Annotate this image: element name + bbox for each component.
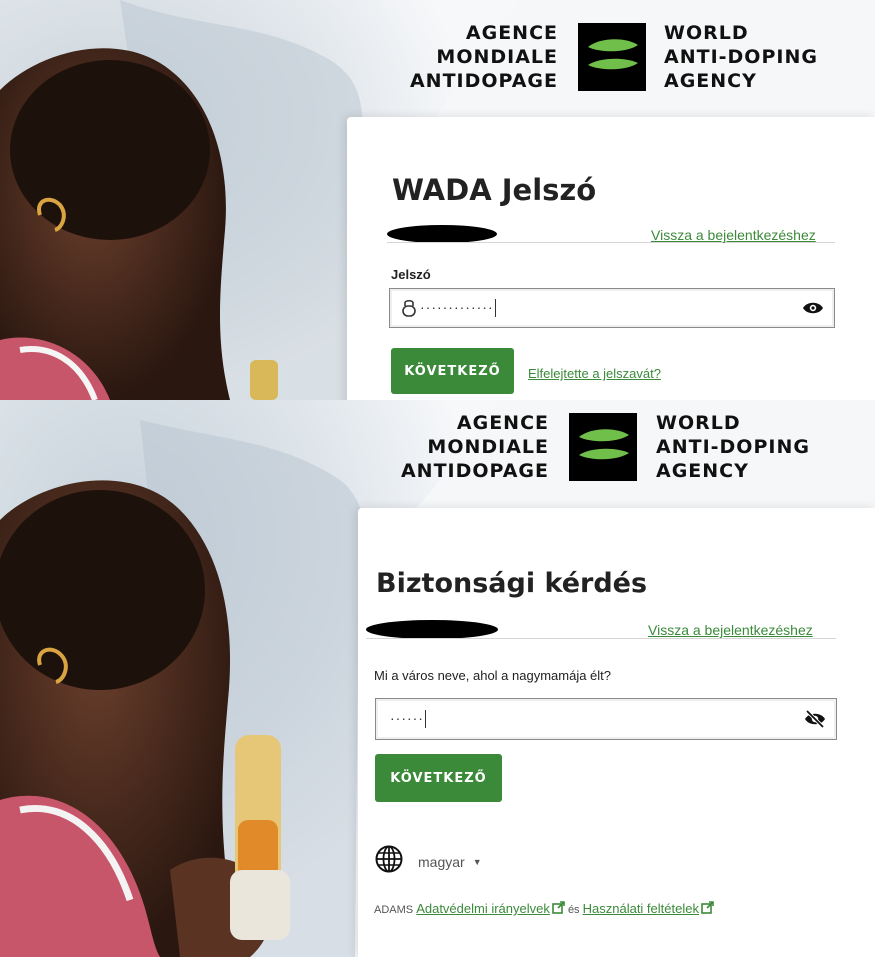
divider xyxy=(366,638,836,639)
password-input[interactable]: ············· xyxy=(389,288,835,328)
page-title: WADA Jelszó xyxy=(392,173,597,207)
terms-of-use-link[interactable]: Használati feltételek xyxy=(583,901,699,916)
password-value: ············· xyxy=(420,298,494,315)
security-question-screen: AGENCE MONDIALE ANTIDOPAGE WORLD ANTI-DO… xyxy=(0,400,875,957)
globe-icon xyxy=(374,844,404,879)
eye-icon[interactable] xyxy=(802,298,824,318)
password-label: Jelszó xyxy=(391,267,431,282)
lock-icon xyxy=(400,298,418,318)
privacy-policy-link[interactable]: Adatvédelmi irányelvek xyxy=(416,901,550,916)
next-button[interactable]: KÖVETKEZŐ xyxy=(391,348,514,394)
language-selector[interactable]: magyar ▼ xyxy=(374,844,482,879)
footer-and: és xyxy=(567,904,580,916)
leaf-mark-icon xyxy=(578,23,646,91)
chevron-down-icon: ▼ xyxy=(472,856,482,867)
logo-text-english: WORLD ANTI-DOPING AGENCY xyxy=(656,412,810,482)
password-card: WADA Jelszó Vissza a bejelentkezéshez Je… xyxy=(347,117,875,400)
language-label: magyar xyxy=(418,853,465,870)
password-screen: AGENCE MONDIALE ANTIDOPAGE WORLD ANTI-DO… xyxy=(0,0,875,400)
footer-prefix: ADAMS xyxy=(374,904,414,916)
external-link-icon xyxy=(552,901,565,917)
forgot-password-link[interactable]: Elfelejtette a jelszavát? xyxy=(528,366,661,381)
logo-text-english: WORLD ANTI-DOPING AGENCY xyxy=(664,22,818,92)
leaf-mark-icon xyxy=(569,413,637,481)
security-question-label: Mi a város neve, ahol a nagymamája élt? xyxy=(374,668,612,683)
footer-links: ADAMS Adatvédelmi irányelvek és Használa… xyxy=(374,901,714,917)
eye-slash-icon[interactable] xyxy=(804,709,826,729)
security-answer-value: ······ xyxy=(390,709,424,726)
security-question-card: Biztonsági kérdés Vissza a bejelentkezés… xyxy=(358,508,875,957)
redacted-username xyxy=(366,620,498,639)
wada-logo: AGENCE MONDIALE ANTIDOPAGE WORLD ANTI-DO… xyxy=(0,0,875,110)
logo-text-french: AGENCE MONDIALE ANTIDOPAGE xyxy=(400,412,549,482)
security-answer-input[interactable]: ······ xyxy=(375,698,837,740)
page-title: Biztonsági kérdés xyxy=(376,568,648,599)
next-button[interactable]: KÖVETKEZŐ xyxy=(375,754,502,802)
logo-text-french: AGENCE MONDIALE ANTIDOPAGE xyxy=(409,22,558,92)
redacted-username xyxy=(387,225,497,243)
back-to-login-link[interactable]: Vissza a bejelentkezéshez xyxy=(648,622,813,638)
external-link-icon xyxy=(701,901,714,917)
wada-logo: AGENCE MONDIALE ANTIDOPAGE WORLD ANTI-DO… xyxy=(0,400,875,510)
back-to-login-link[interactable]: Vissza a bejelentkezéshez xyxy=(651,227,816,243)
